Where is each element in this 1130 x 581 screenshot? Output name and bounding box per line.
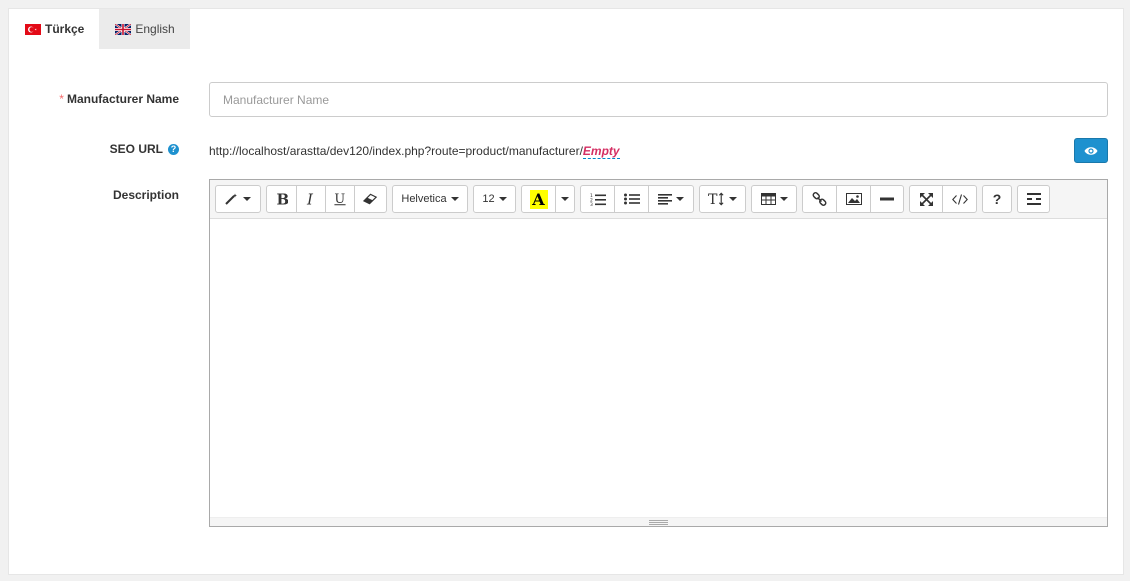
description-label: Description — [113, 188, 179, 202]
unordered-list-button[interactable] — [614, 185, 649, 213]
underline-button[interactable]: U — [325, 185, 355, 213]
paragraph-align-dropdown[interactable] — [648, 185, 694, 213]
tab-english-label: English — [135, 22, 175, 36]
required-mark: * — [59, 92, 64, 106]
italic-icon: I — [306, 192, 314, 206]
horizontal-rule-icon — [880, 197, 894, 201]
resize-grip-icon[interactable] — [649, 519, 668, 525]
code-icon — [951, 193, 968, 205]
description-editable-area[interactable] — [210, 219, 1107, 517]
ordered-list-button[interactable]: 1 2 3 — [580, 185, 615, 213]
chevron-down-icon — [450, 197, 459, 201]
highlight-letter-icon: A — [529, 189, 548, 209]
seo-url-preview: http://localhost/arastta/dev120/index.ph… — [209, 144, 620, 159]
tab-turkce-label: Türkçe — [45, 22, 85, 36]
editor-resize-bar[interactable] — [210, 517, 1107, 526]
manufacturer-form-panel: Türkçe English *Manufacturer Name SEO UR… — [8, 8, 1124, 575]
manufacturer-name-label-text: Manufacturer Name — [66, 92, 179, 106]
question-circle-icon[interactable]: ? — [168, 144, 179, 155]
fullscreen-button[interactable] — [909, 185, 943, 213]
chevron-down-icon — [561, 197, 569, 201]
bold-icon: B — [276, 192, 288, 206]
description-editor: B I U Helvetica 12 A 1 2 3 T ? — [209, 179, 1108, 527]
font-family-value: Helvetica — [401, 193, 447, 205]
link-icon — [812, 191, 827, 206]
table-icon — [760, 193, 776, 205]
chevron-down-icon — [498, 197, 507, 201]
eraser-icon — [363, 193, 378, 205]
bold-button[interactable]: B — [266, 185, 297, 213]
style-button[interactable] — [215, 185, 261, 213]
question-icon: ? — [992, 191, 1002, 207]
language-tabs: Türkçe English — [9, 9, 190, 49]
tr-flag-icon — [25, 23, 41, 35]
svg-text:3: 3 — [590, 202, 593, 206]
code-view-button[interactable] — [942, 185, 977, 213]
tab-turkce[interactable]: Türkçe — [9, 9, 100, 49]
chevron-down-icon — [243, 197, 251, 201]
seo-preview-button[interactable] — [1074, 138, 1108, 163]
unordered-list-icon — [623, 193, 640, 205]
page-break-button[interactable] — [1017, 185, 1050, 213]
chevron-down-icon — [676, 197, 684, 201]
manufacturer-name-input[interactable] — [209, 82, 1108, 117]
svg-text:I: I — [306, 192, 314, 206]
chevron-down-icon — [729, 197, 737, 201]
svg-text:T: T — [708, 192, 718, 206]
underline-icon: U — [334, 192, 346, 206]
picture-button[interactable] — [836, 185, 871, 213]
fullscreen-icon — [919, 192, 933, 206]
font-size-value: 12 — [482, 193, 495, 205]
highlight-color-button[interactable]: A — [521, 185, 556, 213]
tab-english[interactable]: English — [99, 9, 190, 49]
svg-text:B: B — [276, 192, 288, 206]
italic-button[interactable]: I — [296, 185, 326, 213]
chevron-down-icon — [779, 197, 788, 201]
line-height-dropdown[interactable]: T — [699, 185, 746, 213]
seo-url-editable[interactable]: Empty — [582, 144, 620, 159]
text-height-icon: T — [708, 192, 724, 206]
font-size-dropdown[interactable]: 12 — [473, 185, 516, 213]
gb-flag-icon — [115, 23, 132, 35]
seo-url-label: SEO URL? — [110, 142, 179, 156]
seo-url-label-text: SEO URL — [109, 142, 163, 156]
link-button[interactable] — [802, 185, 837, 213]
eye-icon — [1084, 146, 1098, 155]
horizontal-rule-button[interactable] — [870, 185, 904, 213]
description-label-text: Description — [112, 188, 179, 202]
align-left-icon — [658, 193, 672, 205]
page-break-icon — [1026, 193, 1041, 205]
picture-icon — [845, 193, 862, 205]
table-dropdown[interactable] — [751, 185, 797, 213]
seo-url-prefix: http://localhost/arastta/dev120/index.ph… — [209, 144, 583, 158]
ordered-list-icon: 1 2 3 — [590, 193, 606, 206]
magic-wand-icon — [225, 193, 237, 205]
font-family-dropdown[interactable]: Helvetica — [392, 185, 468, 213]
manufacturer-name-label: * Manufacturer Name — [59, 92, 179, 106]
editor-toolbar: B I U Helvetica 12 A 1 2 3 T ? — [210, 180, 1107, 219]
color-dropdown-button[interactable] — [555, 185, 575, 213]
remove-format-button[interactable] — [354, 185, 387, 213]
help-button[interactable]: ? — [982, 185, 1012, 213]
